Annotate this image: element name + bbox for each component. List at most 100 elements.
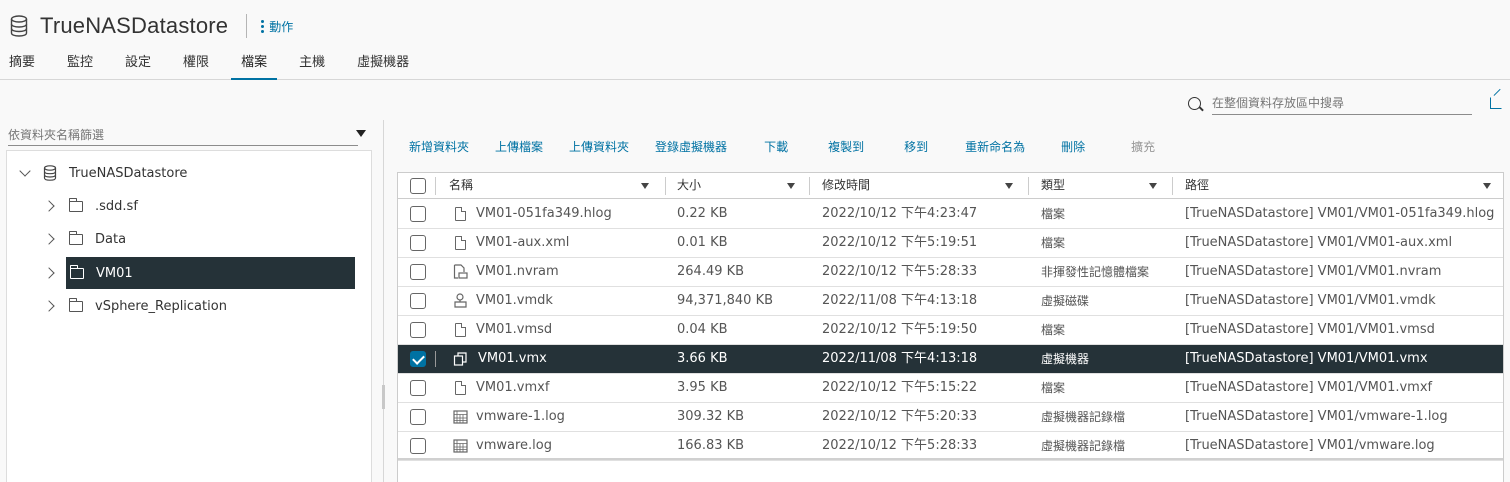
file-size: 264.49 KB [677, 264, 745, 279]
file-name: VM01-051fa349.hlog [476, 206, 612, 221]
row-checkbox[interactable] [410, 293, 426, 309]
table-row[interactable]: vmware-1.log 309.32 KB 2022/10/12 下午5:20… [398, 403, 1503, 432]
title-row: TrueNASDatastore 動作 [10, 10, 293, 42]
actions-label: 動作 [269, 19, 294, 34]
row-checkbox[interactable] [410, 409, 426, 425]
folder-filter-input[interactable] [8, 125, 338, 145]
filter-icon[interactable] [641, 183, 649, 189]
file-type: 虛擬機器 [1041, 352, 1090, 366]
download-button[interactable]: 下載 [764, 138, 788, 156]
file-path: [TrueNASDatastore] VM01/vmware.log [1185, 438, 1435, 453]
file-modified: 2022/11/08 下午4:13:18 [822, 351, 978, 366]
chevron-right-icon[interactable] [43, 300, 55, 312]
folder-tree: TrueNASDatastore .sdd.sf Data VM01 vSphe… [6, 150, 372, 482]
splitter-handle[interactable] [382, 385, 385, 409]
new-folder-button[interactable]: 新增資料夾 [409, 138, 469, 156]
file-modified: 2022/10/12 下午5:20:33 [822, 409, 978, 424]
file-size: 0.22 KB [677, 206, 728, 221]
table-row[interactable]: VM01-051fa349.hlog 0.22 KB 2022/10/12 下午… [398, 200, 1503, 229]
row-checkbox[interactable] [410, 206, 426, 222]
tree-node-sdd[interactable]: .sdd.sf [43, 190, 355, 222]
tree-node-vsphere-replication[interactable]: vSphere_Replication [43, 290, 355, 322]
column-header-path[interactable]: 路徑 [1185, 173, 1209, 199]
tab-summary[interactable]: 摘要 [0, 52, 45, 80]
tab-permissions[interactable]: 權限 [173, 52, 219, 80]
chevron-right-icon[interactable] [43, 267, 55, 279]
column-header-size[interactable]: 大小 [677, 173, 701, 199]
tab-configure[interactable]: 設定 [115, 52, 161, 80]
chevron-down-icon[interactable] [19, 165, 31, 177]
file-icon [455, 207, 466, 221]
filter-icon[interactable] [356, 130, 366, 137]
delete-button[interactable]: 刪除 [1061, 138, 1085, 156]
file-modified: 2022/10/12 下午4:23:47 [822, 206, 978, 221]
table-row[interactable]: VM01.vmxf 3.95 KB 2022/10/12 下午5:15:22 檔… [398, 374, 1503, 403]
file-size: 3.95 KB [677, 380, 728, 395]
filter-icon[interactable] [1149, 183, 1157, 189]
nvram-file-icon [453, 264, 468, 279]
datastore-icon [10, 15, 28, 37]
chevron-right-icon[interactable] [43, 200, 55, 212]
tab-hosts[interactable]: 主機 [289, 52, 335, 80]
table-row[interactable]: VM01.nvram 264.49 KB 2022/10/12 下午5:28:3… [398, 258, 1503, 287]
select-all-checkbox[interactable] [410, 178, 426, 194]
move-to-button[interactable]: 移到 [904, 138, 928, 156]
row-checkbox[interactable] [410, 351, 426, 367]
table-row[interactable]: VM01-aux.xml 0.01 KB 2022/10/12 下午5:19:5… [398, 229, 1503, 258]
filter-icon[interactable] [1483, 183, 1491, 189]
title-divider [246, 14, 248, 38]
search-icon [1188, 97, 1201, 110]
tab-bar: 摘要 監控 設定 權限 檔案 主機 虛擬機器 [0, 52, 1510, 80]
tab-vms[interactable]: 虛擬機器 [347, 52, 419, 80]
table-row[interactable]: vmware.log 166.83 KB 2022/10/12 下午5:28:3… [398, 432, 1503, 461]
file-modified: 2022/10/12 下午5:15:22 [822, 380, 978, 395]
rename-button[interactable]: 重新命名為 [965, 138, 1025, 156]
file-icon [455, 381, 466, 395]
inflate-button[interactable]: 擴充 [1131, 138, 1155, 156]
file-size: 0.01 KB [677, 235, 728, 250]
column-divider [435, 177, 436, 195]
chevron-right-icon[interactable] [43, 233, 55, 245]
disk-file-icon [454, 293, 467, 308]
column-header-name[interactable]: 名稱 [449, 173, 473, 199]
table-row[interactable]: VM01.vmdk 94,371,840 KB 2022/11/08 下午4:1… [398, 287, 1503, 316]
tree-node-root[interactable]: TrueNASDatastore [19, 157, 361, 189]
row-checkbox[interactable] [410, 264, 426, 280]
tab-monitor[interactable]: 監控 [57, 52, 103, 80]
tree-node-vm01[interactable]: VM01 [66, 257, 355, 289]
grid-header: 名稱 大小 修改時間 類型 路徑 [398, 173, 1503, 199]
tab-files[interactable]: 檔案 [231, 52, 278, 80]
copy-to-button[interactable]: 複製到 [828, 138, 864, 156]
datastore-icon [43, 165, 57, 181]
file-size: 166.83 KB [677, 438, 745, 453]
table-row-selected[interactable]: VM01.vmx 3.66 KB 2022/11/08 下午4:13:18 虛擬… [398, 345, 1503, 374]
column-header-modified[interactable]: 修改時間 [822, 173, 870, 199]
actions-menu[interactable]: 動作 [261, 18, 293, 35]
page-title: TrueNASDatastore [40, 13, 229, 38]
register-vm-button[interactable]: 登錄虛擬機器 [655, 138, 727, 156]
file-size: 309.32 KB [677, 409, 745, 424]
tree-node-data[interactable]: Data [43, 223, 355, 255]
grid-footer-divider [398, 458, 1503, 460]
filter-icon[interactable] [1005, 183, 1013, 189]
panel-splitter[interactable] [383, 120, 384, 482]
upload-file-button[interactable]: 上傳檔案 [495, 138, 543, 156]
filter-icon[interactable] [787, 183, 795, 189]
file-name: VM01.vmsd [476, 322, 553, 337]
popout-icon[interactable] [1490, 97, 1502, 109]
tree-node-label: VM01 [96, 265, 133, 281]
search-input[interactable] [1212, 92, 1472, 115]
table-row[interactable]: VM01.vmsd 0.04 KB 2022/10/12 下午5:19:50 檔… [398, 316, 1503, 345]
row-checkbox[interactable] [410, 438, 426, 454]
file-path: [TrueNASDatastore] VM01/vmware-1.log [1185, 409, 1448, 424]
file-name: VM01.nvram [476, 264, 559, 279]
file-path: [TrueNASDatastore] VM01/VM01.vmxf [1185, 380, 1433, 395]
row-checkbox[interactable] [410, 380, 426, 396]
vm-file-icon [453, 352, 467, 366]
file-name: VM01.vmxf [476, 380, 550, 395]
column-header-type[interactable]: 類型 [1041, 173, 1065, 199]
upload-folder-button[interactable]: 上傳資料夾 [569, 138, 629, 156]
row-checkbox[interactable] [410, 235, 426, 251]
datastore-search [1188, 92, 1478, 116]
row-checkbox[interactable] [410, 322, 426, 338]
